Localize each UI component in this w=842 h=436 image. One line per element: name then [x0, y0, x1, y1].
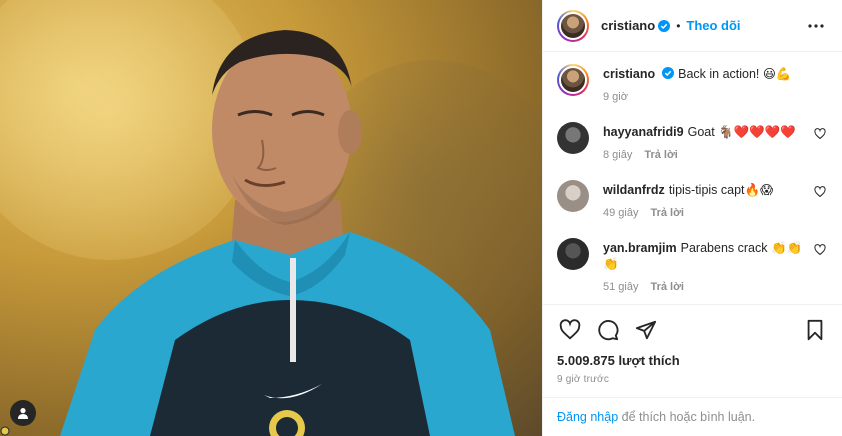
commenter-avatar[interactable] [557, 238, 589, 270]
post-timestamp[interactable]: 9 giờ trước [557, 374, 828, 385]
club-badge-icon [0, 426, 10, 436]
save-button[interactable] [802, 317, 828, 343]
tagged-users-button[interactable] [10, 400, 36, 426]
reply-button[interactable]: Trả lời [650, 207, 684, 219]
caption-time[interactable]: 9 giờ [603, 91, 628, 103]
comment-text: tipis-tipis capt🔥😱 [668, 183, 774, 197]
post-photo[interactable] [0, 0, 542, 436]
comments-list[interactable]: cristiano Back in action! 😃💪 9 giờ hayyan… [543, 52, 842, 304]
comment-button[interactable] [595, 317, 621, 343]
send-icon [635, 320, 657, 340]
heart-icon [814, 244, 826, 256]
comment-item: yan.bramjim Parabens crack 👏👏👏 51 giây Trả… [557, 238, 828, 293]
comment-text: Goat 🐐❤️❤️❤️❤️ [687, 125, 796, 139]
caption: cristiano Back in action! 😃💪 9 giờ [557, 64, 828, 103]
author-username[interactable]: cristiano [601, 18, 655, 33]
like-comment-button[interactable] [814, 122, 828, 161]
comment-time[interactable]: 51 giây [603, 281, 638, 293]
bookmark-icon [807, 319, 823, 341]
post-header: cristiano • Theo dõi [543, 0, 842, 52]
share-button[interactable] [633, 317, 659, 343]
comment-icon [598, 320, 619, 341]
caption-avatar[interactable] [557, 64, 589, 96]
commenter-avatar[interactable] [557, 122, 589, 154]
comment-item: hayyanafridi9 Goat 🐐❤️❤️❤️❤️ 8 giây Trả lờ… [557, 122, 828, 161]
like-button[interactable] [557, 317, 583, 343]
likes-count[interactable]: 5.009.875 lượt thích [557, 353, 828, 368]
reply-button[interactable]: Trả lời [644, 149, 678, 161]
login-prompt: Đăng nhập để thích hoặc bình luận. [543, 397, 842, 436]
like-comment-button[interactable] [814, 238, 828, 293]
user-icon [18, 408, 28, 419]
login-link[interactable]: Đăng nhập [557, 410, 618, 424]
separator-dot: • [676, 18, 681, 33]
player-photo [60, 30, 515, 436]
heart-icon [814, 186, 826, 198]
comment-time[interactable]: 8 giây [603, 149, 632, 161]
like-comment-button[interactable] [814, 180, 828, 219]
comment-username[interactable]: yan.bramjim [603, 241, 677, 255]
comment-username[interactable]: hayyanafridi9 [603, 125, 684, 139]
post-sidebar: cristiano • Theo dõi cristiano Back in ac… [542, 0, 842, 436]
more-options-button[interactable] [804, 14, 828, 38]
post-actions: 5.009.875 lượt thích 9 giờ trước [543, 304, 842, 385]
follow-button[interactable]: Theo dõi [686, 18, 740, 33]
reply-button[interactable]: Trả lời [650, 281, 684, 293]
comment-item: wildanfrdz tipis-tipis capt🔥😱 49 giây Trả … [557, 180, 828, 219]
author-avatar[interactable] [557, 9, 589, 42]
login-prompt-text: để thích hoặc bình luận. [618, 410, 756, 424]
heart-icon [559, 319, 581, 340]
caption-username[interactable]: cristiano [603, 67, 655, 81]
comment-time[interactable]: 49 giây [603, 207, 638, 219]
heart-icon [814, 128, 826, 140]
verified-badge-icon [658, 19, 671, 32]
action-bar [557, 315, 828, 345]
commenter-avatar[interactable] [557, 180, 589, 212]
verified-badge-icon [662, 67, 675, 79]
instagram-post: cristiano • Theo dõi cristiano Back in ac… [0, 0, 842, 436]
caption-text: Back in action! 😃💪 [678, 67, 792, 81]
more-icon [808, 23, 824, 28]
comment-username[interactable]: wildanfrdz [603, 183, 665, 197]
